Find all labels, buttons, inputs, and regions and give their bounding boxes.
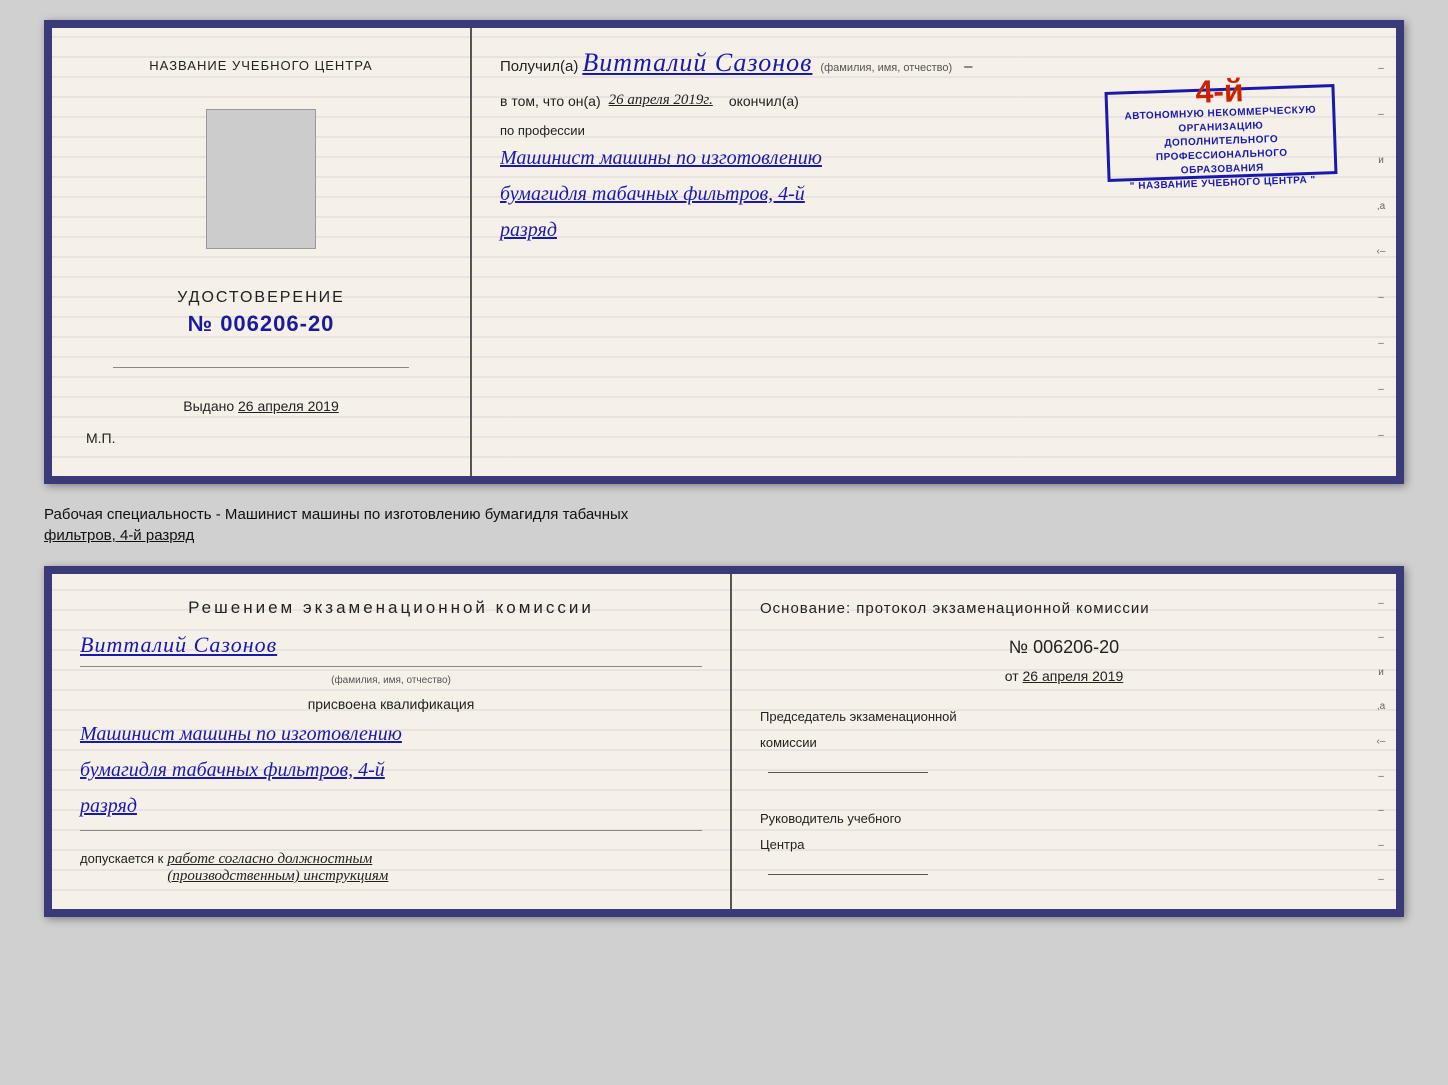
protocol-number: № 006206-20	[760, 637, 1368, 658]
recipient-name-top: Витталий Сазонов	[582, 48, 812, 78]
description-text-part1: Рабочая специальность - Машинист машины …	[44, 506, 628, 523]
diploma-left-panel: НАЗВАНИЕ УЧЕБНОГО ЦЕНТРА УДОСТОВЕРЕНИЕ №…	[52, 28, 472, 476]
profession-line1-bottom: Машинист машины по изготовлению	[80, 718, 702, 750]
vidano-line: Выдано 26 апреля 2019	[183, 398, 339, 414]
okonchil-label: окончил(а)	[729, 93, 799, 109]
right-edge-marks-top: – – и ,а ‹– – – – –	[1372, 28, 1390, 476]
predsedatel-section: Председатель экзаменационной комиссии	[760, 704, 1368, 782]
vtom-label: в том, что он(а)	[500, 93, 601, 109]
photo-placeholder	[206, 109, 316, 249]
bottom-left-panel: Решением экзаменационной комиссии Виттал…	[52, 574, 732, 909]
udostoverenie-label: УДОСТОВЕРЕНИЕ	[177, 289, 345, 307]
stamp-area: 4-й АВТОНОМНУЮ НЕКОММЕРЧЕСКУЮ ОРГАНИЗАЦИ…	[1104, 84, 1337, 182]
rukovoditel-signature-line	[768, 874, 928, 875]
dopuskaetsya-line: допускается к работе согласно должностны…	[80, 851, 702, 885]
stamp-number: 4-й	[1195, 74, 1244, 108]
vidano-label: Выдано	[183, 398, 234, 414]
rukovoditel-label: Руководитель учебного	[760, 806, 1368, 832]
profession-line3-top: разряд	[500, 214, 1368, 246]
center-title-top: НАЗВАНИЕ УЧЕБНОГО ЦЕНТРА	[149, 58, 372, 73]
predsedatel-label: Председатель экзаменационной	[760, 704, 1368, 730]
mp-label: М.П.	[86, 430, 116, 446]
description-text-part2: фильтров, 4-й разряд	[44, 527, 194, 544]
diploma-right-panel: Получил(а) Витталий Сазонов (фамилия, им…	[472, 28, 1396, 476]
rukovoditel-label2: Центра	[760, 832, 1368, 858]
udostoverenie-number: № 006206-20	[188, 311, 335, 337]
prisvoena-label: присвоена квалификация	[80, 696, 702, 712]
resheniem-title: Решением экзаменационной комиссии	[80, 598, 702, 618]
vidano-date: 26 апреля 2019	[238, 398, 339, 414]
poluchil-label: Получил(а)	[500, 58, 578, 75]
bottom-certificate: Решением экзаменационной комиссии Виттал…	[44, 566, 1404, 917]
profession-line2-bottom: бумагидля табачных фильтров, 4-й	[80, 754, 702, 786]
name-subtitle-top: (фамилия, имя, отчество)	[820, 62, 952, 74]
bottom-right-panel: Основание: протокол экзаменационной коми…	[732, 574, 1396, 909]
description-section: Рабочая специальность - Машинист машины …	[44, 500, 1404, 550]
right-edge-marks-bottom: – – и ,а ‹– – – – –	[1372, 574, 1390, 909]
dopuskaetsya-label: допускается к	[80, 851, 163, 866]
name-subtitle-bottom: (фамилия, имя, отчество)	[80, 675, 702, 686]
ot-line: от 26 апреля 2019	[760, 668, 1368, 684]
ot-date: 26 апреля 2019	[1023, 668, 1124, 684]
profession-line3-bottom: разряд	[80, 790, 702, 822]
predsedatel-signature-line	[768, 772, 928, 773]
osnovaniye-title: Основание: протокол экзаменационной коми…	[760, 598, 1368, 621]
dopuskaetsya-value: работе согласно должностным (производств…	[167, 851, 388, 885]
diploma-top: НАЗВАНИЕ УЧЕБНОГО ЦЕНТРА УДОСТОВЕРЕНИЕ №…	[44, 20, 1404, 484]
recipient-name-bottom: Витталий Сазонов	[80, 632, 702, 658]
predsedatel-label2: комиссии	[760, 730, 1368, 756]
diploma-date: 26 апреля 2019г.	[609, 92, 713, 109]
rukovoditel-section: Руководитель учебного Центра	[760, 806, 1368, 884]
stamp-line2: ДОПОЛНИТЕЛЬНОГО ПРОФЕССИОНАЛЬНОГО ОБРАЗО…	[1115, 131, 1328, 180]
ot-label: от	[1005, 668, 1019, 684]
